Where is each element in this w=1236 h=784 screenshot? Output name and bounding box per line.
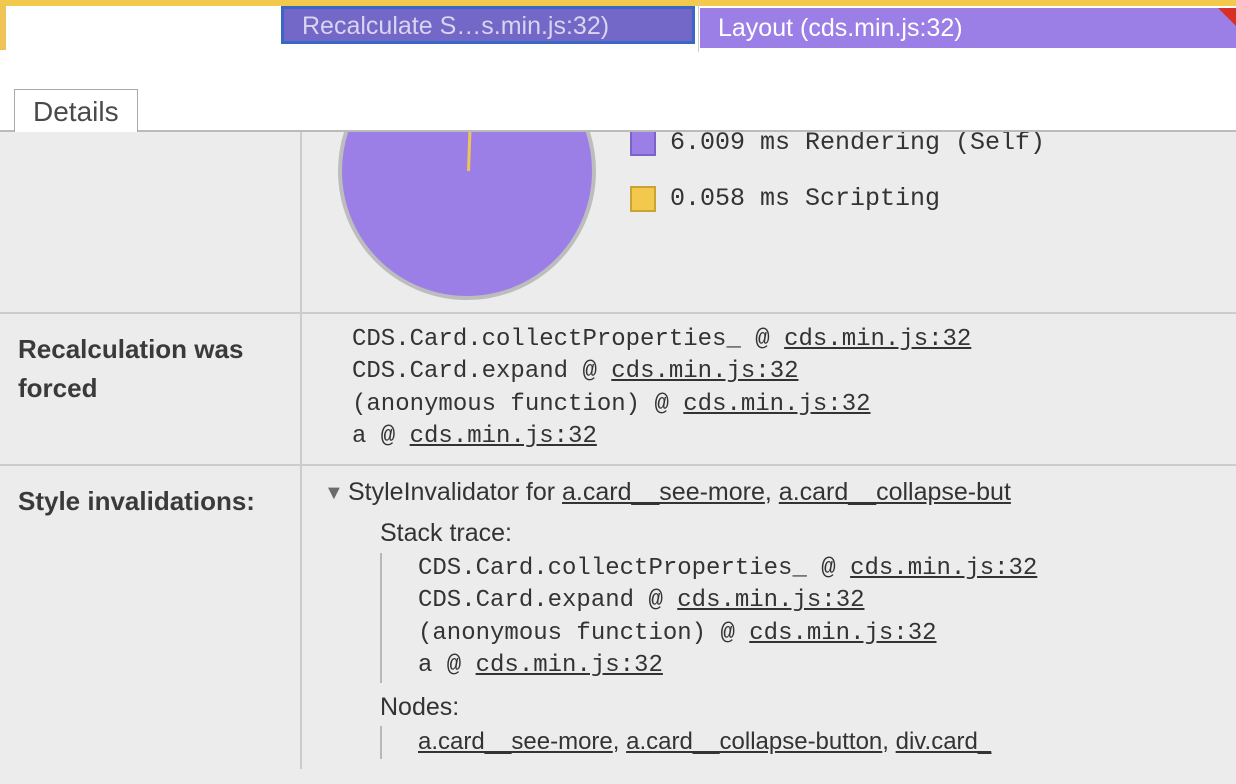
source-link[interactable]: cds.min.js:32 (784, 326, 971, 353)
stack-frame: CDS.Card.collectProperties_ @ cds.min.js… (352, 324, 1236, 356)
legend-text: 6.009 ms Rendering (Self) (670, 132, 1045, 160)
recalculation-forced-row: Recalculation was forced CDS.Card.collec… (0, 314, 1236, 466)
node-link[interactable]: div.card_ (896, 728, 992, 755)
style-inv-stack: CDS.Card.collectProperties_ @ cds.min.js… (380, 553, 1236, 683)
source-link[interactable]: cds.min.js:32 (683, 391, 870, 418)
source-link[interactable]: cds.min.js:32 (410, 423, 597, 450)
nodes-label: Nodes: (324, 691, 1236, 725)
recalculation-forced-stack: CDS.Card.collectProperties_ @ cds.min.js… (302, 314, 1236, 464)
swatch-rendering (630, 132, 656, 156)
pie-legend: 6.009 ms Rendering (Self) 0.058 ms Scrip… (630, 132, 1045, 238)
style-invalidations-value: ▼ StyleInvalidator for a.card__see-more,… (302, 466, 1236, 769)
details-panel: 6.009 ms Rendering (Self) 0.058 ms Scrip… (0, 132, 1236, 784)
source-link[interactable]: cds.min.js:32 (677, 587, 864, 614)
pie-chart-wrap (338, 132, 600, 302)
tab-label: Details (33, 96, 119, 127)
aggregated-time-label (0, 132, 302, 312)
nodes-list: a.card__see-more, a.card__collapse-butto… (380, 726, 1236, 758)
aggregated-time-row: 6.009 ms Rendering (Self) 0.058 ms Scrip… (0, 132, 1236, 314)
pie-slice-scripting (467, 132, 474, 171)
tab-details[interactable]: Details (14, 89, 138, 132)
style-invalidations-row: Style invalidations: ▼ StyleInvalidator … (0, 466, 1236, 769)
stack-frame: (anonymous function) @ cds.min.js:32 (352, 389, 1236, 421)
node-link[interactable]: a.card__see-more (562, 478, 765, 506)
source-link[interactable]: cds.min.js:32 (476, 652, 663, 679)
style-invalidator-text: StyleInvalidator for a.card__see-more, a… (348, 476, 1011, 510)
node-link[interactable]: a.card__see-more (418, 728, 613, 755)
stack-frame: (anonymous function) @ cds.min.js:32 (418, 618, 1236, 650)
node-link[interactable]: a.card__collapse-but (779, 478, 1011, 506)
swatch-scripting (630, 186, 656, 212)
stack-frame: CDS.Card.collectProperties_ @ cds.min.js… (418, 553, 1236, 585)
flame-event-recalculate-style[interactable]: Recalculate S…s.min.js:32) (281, 6, 695, 44)
source-link[interactable]: cds.min.js:32 (850, 555, 1037, 582)
style-invalidator-header[interactable]: ▼ StyleInvalidator for a.card__see-more,… (324, 476, 1236, 510)
source-link[interactable]: cds.min.js:32 (611, 358, 798, 385)
node-link[interactable]: a.card__collapse-button (626, 728, 882, 755)
pie-chart (338, 132, 596, 300)
flame-scripting-sliver (0, 6, 6, 50)
stack-frame: CDS.Card.expand @ cds.min.js:32 (418, 585, 1236, 617)
legend-item-scripting: 0.058 ms Scripting (630, 182, 1045, 216)
legend-item-rendering: 6.009 ms Rendering (Self) (630, 132, 1045, 160)
recalculation-forced-label: Recalculation was forced (0, 314, 302, 464)
flame-event-label: Recalculate S…s.min.js:32) (302, 12, 609, 40)
flame-chart-strip[interactable]: Recalculate S…s.min.js:32) Layout (cds.m… (0, 0, 1236, 50)
source-link[interactable]: cds.min.js:32 (749, 620, 936, 647)
disclosure-triangle-icon[interactable]: ▼ (324, 480, 342, 507)
details-tabs: Details (0, 50, 1236, 132)
legend-text: 0.058 ms Scripting (670, 182, 940, 216)
stack-trace-label: Stack trace: (324, 517, 1236, 551)
flame-divider (698, 2, 699, 52)
warning-triangle-icon (1218, 8, 1236, 26)
style-invalidations-label: Style invalidations: (0, 466, 302, 769)
flame-event-layout[interactable]: Layout (cds.min.js:32) (700, 8, 1236, 48)
stack-frame: a @ cds.min.js:32 (418, 650, 1236, 682)
flame-event-label: Layout (cds.min.js:32) (718, 14, 963, 42)
stack-frame: CDS.Card.expand @ cds.min.js:32 (352, 356, 1236, 388)
aggregated-time-value: 6.009 ms Rendering (Self) 0.058 ms Scrip… (302, 132, 1236, 312)
stack-frame: a @ cds.min.js:32 (352, 421, 1236, 453)
